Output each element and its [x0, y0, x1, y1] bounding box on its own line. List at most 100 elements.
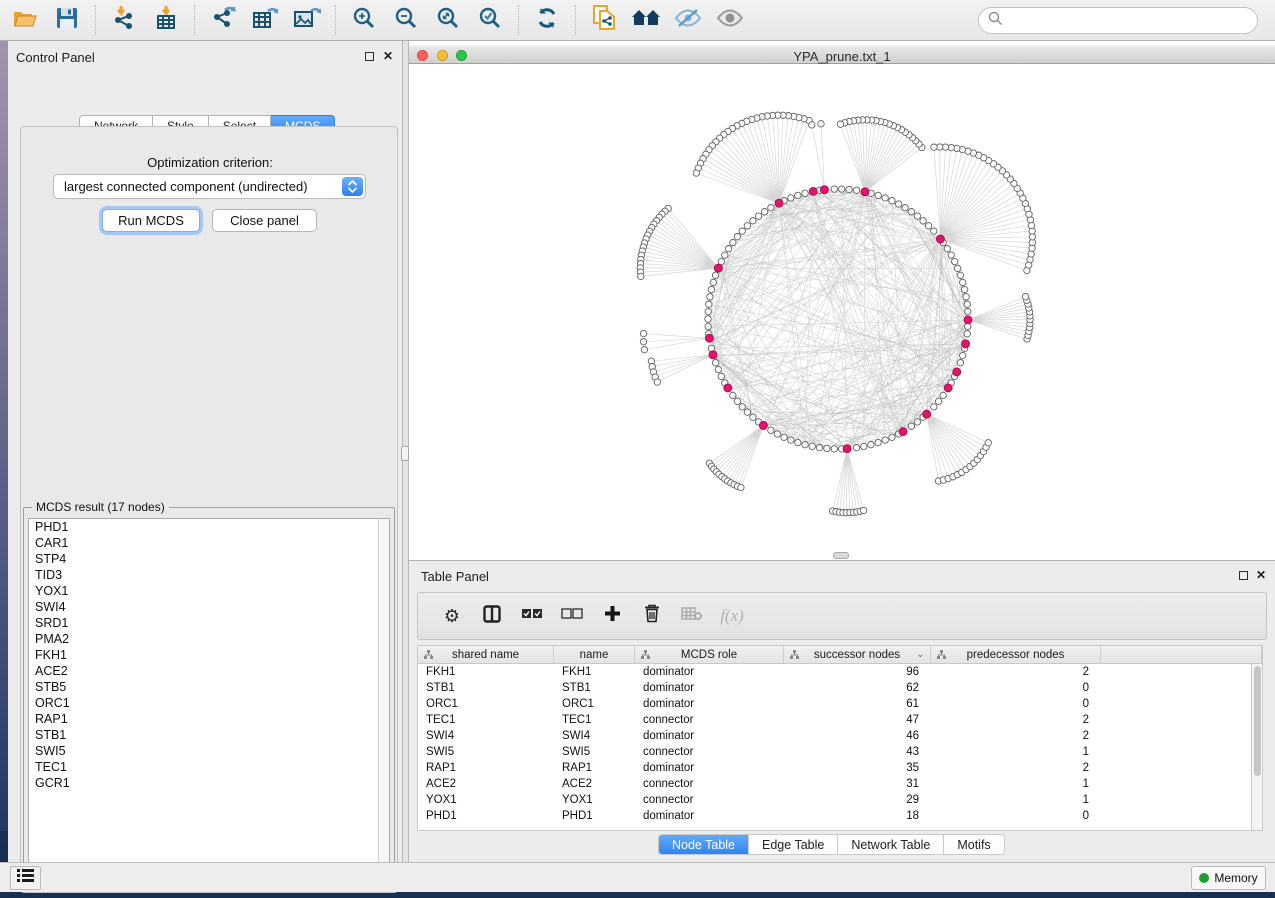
zoom-selected-button[interactable]: [470, 4, 510, 36]
search-input[interactable]: [1008, 10, 1257, 32]
table-cell[interactable]: 1: [931, 744, 1101, 760]
mcds-result-item[interactable]: CAR1: [29, 535, 389, 551]
graph-node[interactable]: [931, 228, 937, 234]
first-neighbors-button[interactable]: [626, 4, 666, 36]
graph-node[interactable]: [846, 186, 852, 192]
table-cell[interactable]: SWI5: [418, 744, 554, 760]
table-cell[interactable]: 29: [784, 792, 931, 808]
graph-dominator-node[interactable]: [843, 445, 851, 453]
graph-node[interactable]: [860, 507, 866, 513]
graph-dominator-node[interactable]: [944, 384, 952, 392]
graph-node[interactable]: [641, 347, 647, 353]
mcds-result-list[interactable]: PHD1CAR1STP4TID3YOX1SWI4SRD1PMA2FKH1ACE2…: [28, 518, 390, 876]
graph-node[interactable]: [734, 234, 740, 240]
show-columns-button[interactable]: [472, 605, 512, 628]
refresh-button[interactable]: [527, 4, 567, 36]
graph-dominator-node[interactable]: [936, 235, 944, 243]
table-row[interactable]: TEC1TEC1connector472: [418, 712, 1262, 728]
delete-table-button[interactable]: [672, 606, 712, 626]
graph-node[interactable]: [809, 443, 815, 449]
table-cell[interactable]: dominator: [635, 680, 784, 696]
table-cell[interactable]: ORC1: [418, 696, 554, 712]
memory-button[interactable]: Memory: [1191, 866, 1266, 890]
graph-node[interactable]: [960, 279, 966, 285]
graph-dominator-node[interactable]: [964, 316, 972, 324]
close-panel-button[interactable]: Close panel: [212, 209, 317, 232]
graph-node[interactable]: [935, 398, 941, 404]
tab-edge-table[interactable]: Edge Table: [749, 835, 838, 854]
graph-node[interactable]: [875, 439, 881, 445]
table-cell[interactable]: ACE2: [554, 776, 635, 792]
graph-node[interactable]: [952, 258, 958, 264]
graph-dominator-node[interactable]: [775, 199, 783, 207]
graph-node[interactable]: [795, 192, 801, 198]
save-session-button[interactable]: [47, 4, 87, 36]
function-builder-button[interactable]: f(x): [712, 606, 752, 626]
table-cell[interactable]: ORC1: [554, 696, 635, 712]
search-box[interactable]: [978, 7, 1258, 34]
vertical-splitter-grip[interactable]: [401, 446, 409, 461]
graph-node[interactable]: [944, 246, 950, 252]
graph-node[interactable]: [961, 286, 967, 292]
graph-node[interactable]: [818, 121, 824, 127]
graph-node[interactable]: [896, 201, 902, 207]
mcds-result-item[interactable]: FKH1: [29, 647, 389, 663]
table-cell[interactable]: FKH1: [554, 664, 635, 680]
graph-node[interactable]: [940, 392, 946, 398]
table-cell[interactable]: 0: [931, 808, 1101, 824]
table-cell[interactable]: dominator: [635, 664, 784, 680]
table-cell[interactable]: 31: [784, 776, 931, 792]
mcds-result-item[interactable]: PMA2: [29, 631, 389, 647]
add-column-button[interactable]: [592, 605, 632, 627]
table-row[interactable]: FKH1FKH1dominator962: [418, 664, 1262, 680]
graph-node[interactable]: [948, 252, 954, 258]
table-cell[interactable]: RAP1: [418, 760, 554, 776]
list-scrollbar[interactable]: [378, 519, 389, 875]
graph-node[interactable]: [831, 446, 837, 452]
mcds-result-item[interactable]: SWI4: [29, 599, 389, 615]
graph-node[interactable]: [718, 373, 724, 379]
table-cell[interactable]: 47: [784, 712, 931, 728]
graph-dominator-node[interactable]: [709, 351, 717, 359]
graph-dominator-node[interactable]: [714, 264, 722, 272]
graph-node[interactable]: [774, 431, 780, 437]
mcds-result-item[interactable]: STB5: [29, 679, 389, 695]
graph-node[interactable]: [985, 440, 991, 446]
column-header[interactable]: MCDS role: [635, 646, 784, 663]
graph-node[interactable]: [788, 195, 794, 201]
graph-node[interactable]: [908, 209, 914, 215]
graph-node[interactable]: [824, 445, 830, 451]
show-all-button[interactable]: [710, 4, 750, 36]
graph-node[interactable]: [768, 427, 774, 433]
graph-node[interactable]: [831, 186, 837, 192]
graph-dominator-node[interactable]: [724, 384, 732, 392]
table-cell[interactable]: FKH1: [418, 664, 554, 680]
table-cell[interactable]: dominator: [635, 728, 784, 744]
graph-node[interactable]: [837, 121, 843, 127]
table-cell[interactable]: 2: [931, 728, 1101, 744]
export-image-button[interactable]: [287, 4, 327, 36]
graph-node[interactable]: [1022, 294, 1028, 300]
graph-node[interactable]: [708, 286, 714, 292]
table-cell[interactable]: dominator: [635, 808, 784, 824]
graph-node[interactable]: [730, 392, 736, 398]
mcds-result-item[interactable]: SWI5: [29, 743, 389, 759]
panels-list-button[interactable]: [10, 866, 41, 890]
mcds-result-item[interactable]: TID3: [29, 567, 389, 583]
mcds-result-item[interactable]: YOX1: [29, 583, 389, 599]
horizontal-splitter-grip[interactable]: [833, 552, 849, 559]
graph-node[interactable]: [795, 439, 801, 445]
table-options-button[interactable]: ⚙: [432, 606, 472, 627]
graph-node[interactable]: [761, 209, 767, 215]
graph-node[interactable]: [744, 223, 750, 229]
table-cell[interactable]: STB1: [418, 680, 554, 696]
table-cell[interactable]: dominator: [635, 760, 784, 776]
graph-node[interactable]: [875, 192, 881, 198]
table-cell[interactable]: YOX1: [418, 792, 554, 808]
graph-node[interactable]: [882, 437, 888, 443]
graph-node[interactable]: [710, 279, 716, 285]
graph-node[interactable]: [734, 398, 740, 404]
graph-node[interactable]: [902, 205, 908, 211]
graph-node[interactable]: [908, 423, 914, 429]
graph-node[interactable]: [722, 252, 728, 258]
